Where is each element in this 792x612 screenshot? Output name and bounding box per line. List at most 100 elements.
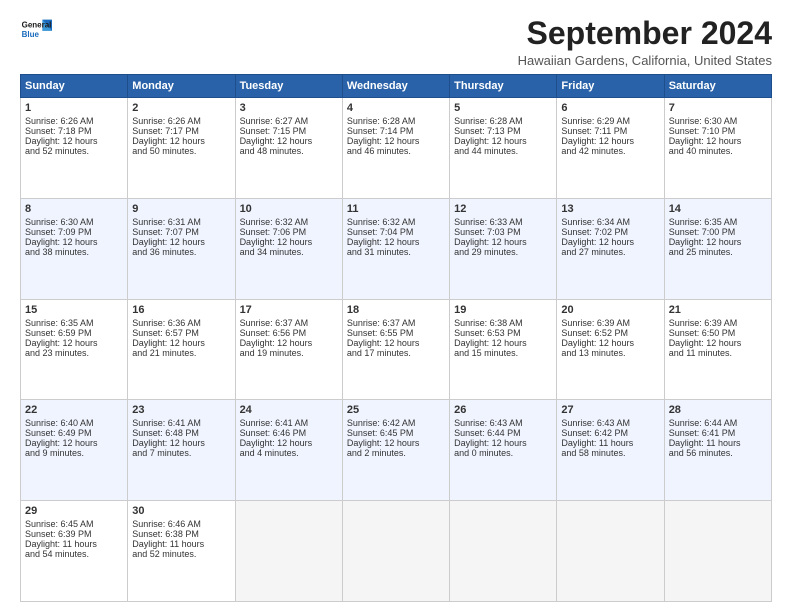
day-info: Sunset: 6:53 PM (454, 328, 552, 338)
day-info: and 56 minutes. (669, 448, 767, 458)
day-info: Sunset: 7:03 PM (454, 227, 552, 237)
day-number: 16 (132, 304, 230, 316)
day-info: and 25 minutes. (669, 247, 767, 257)
day-info: and 27 minutes. (561, 247, 659, 257)
day-info: Sunrise: 6:32 AM (240, 217, 338, 227)
day-info: and 9 minutes. (25, 448, 123, 458)
day-info: Sunset: 7:11 PM (561, 126, 659, 136)
day-info: and 52 minutes. (132, 549, 230, 559)
day-info: Sunrise: 6:40 AM (25, 418, 123, 428)
day-info: Sunrise: 6:46 AM (132, 519, 230, 529)
day-info: Sunrise: 6:28 AM (454, 116, 552, 126)
month-title: September 2024 (518, 16, 772, 51)
th-thursday: Thursday (450, 75, 557, 98)
day-info: Daylight: 12 hours (240, 338, 338, 348)
th-wednesday: Wednesday (342, 75, 449, 98)
day-info: Sunrise: 6:29 AM (561, 116, 659, 126)
calendar-cell: 14Sunrise: 6:35 AMSunset: 7:00 PMDayligh… (664, 198, 771, 299)
day-number: 7 (669, 102, 767, 114)
day-number: 28 (669, 404, 767, 416)
day-info: and 11 minutes. (669, 348, 767, 358)
day-number: 17 (240, 304, 338, 316)
day-info: and 52 minutes. (25, 146, 123, 156)
day-number: 26 (454, 404, 552, 416)
day-info: Sunrise: 6:35 AM (669, 217, 767, 227)
calendar-week-4: 22Sunrise: 6:40 AMSunset: 6:49 PMDayligh… (21, 400, 772, 501)
day-info: Sunrise: 6:45 AM (25, 519, 123, 529)
logo-icon: General Blue (20, 16, 52, 44)
logo: General Blue (20, 16, 52, 44)
day-info: Sunrise: 6:43 AM (561, 418, 659, 428)
day-info: Daylight: 12 hours (240, 237, 338, 247)
day-number: 11 (347, 203, 445, 215)
day-number: 9 (132, 203, 230, 215)
calendar-cell: 21Sunrise: 6:39 AMSunset: 6:50 PMDayligh… (664, 299, 771, 400)
calendar-week-3: 15Sunrise: 6:35 AMSunset: 6:59 PMDayligh… (21, 299, 772, 400)
day-info: Sunrise: 6:33 AM (454, 217, 552, 227)
day-info: Sunrise: 6:39 AM (669, 318, 767, 328)
calendar-cell: 6Sunrise: 6:29 AMSunset: 7:11 PMDaylight… (557, 98, 664, 199)
calendar-cell: 4Sunrise: 6:28 AMSunset: 7:14 PMDaylight… (342, 98, 449, 199)
day-info: Sunrise: 6:37 AM (240, 318, 338, 328)
day-info: Daylight: 12 hours (347, 338, 445, 348)
calendar-cell: 1Sunrise: 6:26 AMSunset: 7:18 PMDaylight… (21, 98, 128, 199)
page: General Blue September 2024 Hawaiian Gar… (0, 0, 792, 612)
day-number: 30 (132, 505, 230, 517)
day-info: Sunrise: 6:28 AM (347, 116, 445, 126)
th-tuesday: Tuesday (235, 75, 342, 98)
day-info: Daylight: 12 hours (240, 438, 338, 448)
calendar-cell: 12Sunrise: 6:33 AMSunset: 7:03 PMDayligh… (450, 198, 557, 299)
day-info: Sunset: 7:17 PM (132, 126, 230, 136)
day-info: and 7 minutes. (132, 448, 230, 458)
day-number: 24 (240, 404, 338, 416)
day-number: 14 (669, 203, 767, 215)
day-info: Sunset: 7:04 PM (347, 227, 445, 237)
day-info: Sunrise: 6:38 AM (454, 318, 552, 328)
day-info: Sunrise: 6:26 AM (132, 116, 230, 126)
calendar: Sunday Monday Tuesday Wednesday Thursday… (20, 74, 772, 602)
calendar-cell: 16Sunrise: 6:36 AMSunset: 6:57 PMDayligh… (128, 299, 235, 400)
day-info: Daylight: 12 hours (132, 237, 230, 247)
day-info: Daylight: 12 hours (561, 136, 659, 146)
day-info: and 34 minutes. (240, 247, 338, 257)
day-info: Sunset: 7:14 PM (347, 126, 445, 136)
day-info: Sunset: 6:38 PM (132, 529, 230, 539)
calendar-cell: 2Sunrise: 6:26 AMSunset: 7:17 PMDaylight… (128, 98, 235, 199)
calendar-week-5: 29Sunrise: 6:45 AMSunset: 6:39 PMDayligh… (21, 501, 772, 602)
day-info: and 19 minutes. (240, 348, 338, 358)
day-info: Daylight: 12 hours (240, 136, 338, 146)
calendar-cell (342, 501, 449, 602)
calendar-cell: 30Sunrise: 6:46 AMSunset: 6:38 PMDayligh… (128, 501, 235, 602)
calendar-cell: 13Sunrise: 6:34 AMSunset: 7:02 PMDayligh… (557, 198, 664, 299)
day-info: Sunrise: 6:37 AM (347, 318, 445, 328)
day-info: and 44 minutes. (454, 146, 552, 156)
day-info: Daylight: 12 hours (347, 136, 445, 146)
day-info: Sunset: 7:15 PM (240, 126, 338, 136)
day-info: Sunrise: 6:42 AM (347, 418, 445, 428)
day-number: 2 (132, 102, 230, 114)
calendar-cell: 8Sunrise: 6:30 AMSunset: 7:09 PMDaylight… (21, 198, 128, 299)
svg-text:Blue: Blue (22, 30, 40, 39)
day-info: and 0 minutes. (454, 448, 552, 458)
day-number: 21 (669, 304, 767, 316)
day-info: Sunrise: 6:39 AM (561, 318, 659, 328)
day-info: Sunset: 6:56 PM (240, 328, 338, 338)
day-number: 13 (561, 203, 659, 215)
day-info: and 40 minutes. (669, 146, 767, 156)
day-info: Daylight: 12 hours (25, 237, 123, 247)
day-info: Sunset: 6:59 PM (25, 328, 123, 338)
day-info: Sunset: 7:07 PM (132, 227, 230, 237)
day-info: Sunset: 6:55 PM (347, 328, 445, 338)
th-sunday: Sunday (21, 75, 128, 98)
day-info: Daylight: 12 hours (132, 338, 230, 348)
day-info: Sunset: 6:49 PM (25, 428, 123, 438)
calendar-cell: 7Sunrise: 6:30 AMSunset: 7:10 PMDaylight… (664, 98, 771, 199)
day-info: and 42 minutes. (561, 146, 659, 156)
day-info: Sunrise: 6:44 AM (669, 418, 767, 428)
title-block: September 2024 Hawaiian Gardens, Califor… (518, 16, 772, 68)
day-info: Sunset: 6:42 PM (561, 428, 659, 438)
calendar-cell: 18Sunrise: 6:37 AMSunset: 6:55 PMDayligh… (342, 299, 449, 400)
header: General Blue September 2024 Hawaiian Gar… (20, 16, 772, 68)
day-info: Daylight: 12 hours (454, 338, 552, 348)
day-info: Daylight: 12 hours (561, 338, 659, 348)
